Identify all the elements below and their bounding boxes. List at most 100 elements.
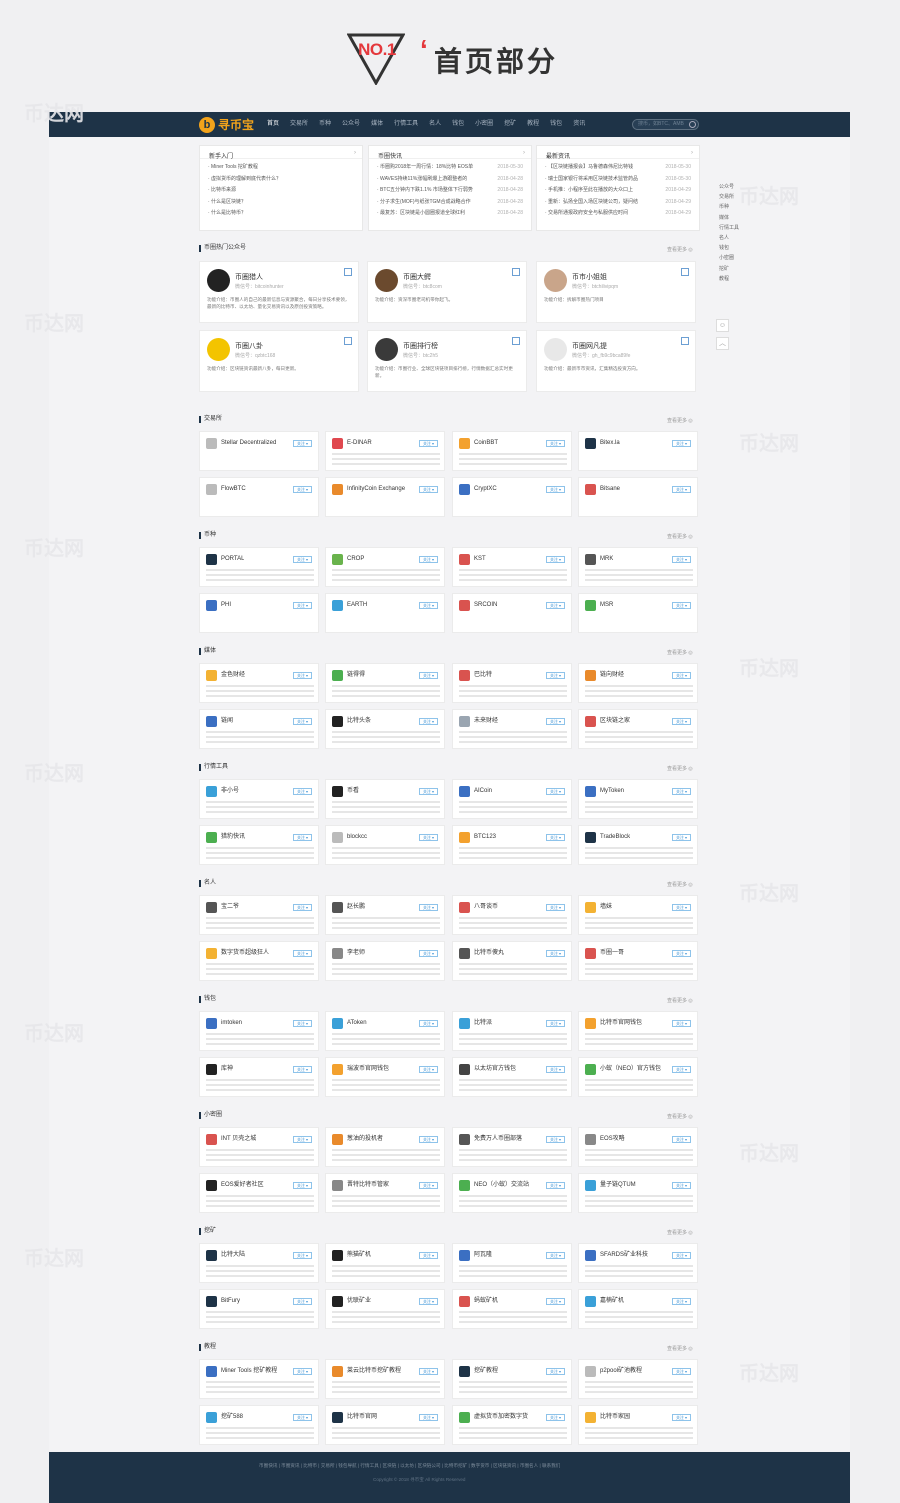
follow-button[interactable]: 关注 ▾	[293, 1298, 312, 1305]
site-card[interactable]: Bitsane 关注 ▾	[578, 477, 698, 517]
follow-button[interactable]: 关注 ▾	[293, 1252, 312, 1259]
follow-button[interactable]: 关注 ▾	[419, 904, 438, 911]
nav-link[interactable]: 小密圈	[475, 112, 493, 137]
nav-link[interactable]: 挖矿	[504, 112, 516, 137]
site-card[interactable]: 嘉楠矿机 关注 ▾	[578, 1289, 698, 1329]
site-card[interactable]: 比特币傻丸 关注 ▾	[452, 941, 572, 981]
follow-button[interactable]: 关注 ▾	[546, 1298, 565, 1305]
nav-link[interactable]: 公众号	[342, 112, 360, 137]
news-item[interactable]: · WAVES持续11%涨幅刷爆上游跟整者的 2018-04-28	[377, 174, 523, 186]
news-item[interactable]: · 手机推：小程序至此在播放的大众口上 2018-04-29	[545, 185, 691, 197]
site-card[interactable]: 区块链之家 关注 ▾	[578, 709, 698, 749]
follow-button[interactable]: 关注 ▾	[672, 440, 691, 447]
site-card[interactable]: 金色财经 关注 ▾	[199, 663, 319, 703]
search-input[interactable]: 搜币，如BTC、AMB	[632, 119, 699, 130]
footer-links[interactable]: 币圈快讯 | 币圈资讯 | 比特币 | 交易所 | 钱包导航 | 行情工具 | …	[259, 1463, 560, 1469]
news-item[interactable]: · 【区块链播报会】马鲁德森伟尼比特钱 2018-05-30	[545, 162, 691, 174]
site-card[interactable]: 币圈一哥 关注 ▾	[578, 941, 698, 981]
right-nav-item[interactable]: 教程	[719, 274, 739, 284]
site-card[interactable]: Stellar Decentralized 关注 ▾	[199, 431, 319, 471]
follow-button[interactable]: 关注 ▾	[672, 834, 691, 841]
wechat-account-card[interactable]: 币圈排行榜 微信号：btc2h5 功能介绍：币圈行业、全球区块链项目排行榜，行情数据…	[367, 330, 527, 392]
site-card[interactable]: 熊猫矿机 关注 ▾	[325, 1243, 445, 1283]
follow-button[interactable]: 关注 ▾	[546, 602, 565, 609]
qrcode-icon[interactable]	[344, 268, 352, 276]
site-card[interactable]: SRCOIN 关注 ▾	[452, 593, 572, 633]
site-card[interactable]: 链闻 关注 ▾	[199, 709, 319, 749]
wechat-account-card[interactable]: 币圈大鳄 微信号：btc8com 功能介绍：资深币圈老司机带你起飞。	[367, 261, 527, 323]
site-card[interactable]: 比特派 关注 ▾	[452, 1011, 572, 1051]
news-item[interactable]: · 分子求生(MOF)与纸张TGM合成战略合作 2018-04-28	[377, 197, 523, 209]
follow-button[interactable]: 关注 ▾	[546, 788, 565, 795]
follow-button[interactable]: 关注 ▾	[546, 718, 565, 725]
site-card[interactable]: 以太坊官方钱包 关注 ▾	[452, 1057, 572, 1097]
site-card[interactable]: 猎豹快讯 关注 ▾	[199, 825, 319, 865]
news-item[interactable]: · 重新：弘扬全国入场区块链公司，疑问结 2018-04-29	[545, 197, 691, 209]
right-nav-item[interactable]: 币种	[719, 202, 739, 212]
site-card[interactable]: MyToken 关注 ▾	[578, 779, 698, 819]
news-item[interactable]: · 比特币来源	[208, 185, 354, 197]
chevron-right-icon[interactable]: ›	[691, 150, 693, 156]
site-card[interactable]: PORTAL 关注 ▾	[199, 547, 319, 587]
site-card[interactable]: 非小号 关注 ▾	[199, 779, 319, 819]
site-card[interactable]: 巴比特 关注 ▾	[452, 663, 572, 703]
qrcode-icon[interactable]	[681, 268, 689, 276]
news-item[interactable]: · 交易所通报政府安全与私服供应时间 2018-04-29	[545, 208, 691, 220]
site-card[interactable]: EARTH 关注 ▾	[325, 593, 445, 633]
site-card[interactable]: 量子链QTUM 关注 ▾	[578, 1173, 698, 1213]
site-card[interactable]: 阿瓦隆 关注 ▾	[452, 1243, 572, 1283]
right-nav-item[interactable]: 交易所	[719, 192, 739, 202]
site-card[interactable]: 挖矿教程 关注 ▾	[452, 1359, 572, 1399]
follow-button[interactable]: 关注 ▾	[672, 1020, 691, 1027]
follow-button[interactable]: 关注 ▾	[546, 1252, 565, 1259]
right-nav-item[interactable]: 名人	[719, 233, 739, 243]
follow-button[interactable]: 关注 ▾	[419, 556, 438, 563]
follow-button[interactable]: 关注 ▾	[419, 486, 438, 493]
search-icon[interactable]	[689, 121, 696, 128]
follow-button[interactable]: 关注 ▾	[672, 1368, 691, 1375]
site-card[interactable]: InfinityCoin Exchange 关注 ▾	[325, 477, 445, 517]
follow-button[interactable]: 关注 ▾	[672, 718, 691, 725]
follow-button[interactable]: 关注 ▾	[546, 556, 565, 563]
site-card[interactable]: EOS爱好者社区 关注 ▾	[199, 1173, 319, 1213]
follow-button[interactable]: 关注 ▾	[419, 1182, 438, 1189]
follow-button[interactable]: 关注 ▾	[672, 950, 691, 957]
site-card[interactable]: 宝二爷 关注 ▾	[199, 895, 319, 935]
news-item[interactable]: · 最复苏：区块链是小圆圈报道全球红利 2018-04-28	[377, 208, 523, 220]
site-card[interactable]: 莱云比特币挖矿教程 关注 ▾	[325, 1359, 445, 1399]
follow-button[interactable]: 关注 ▾	[419, 788, 438, 795]
follow-button[interactable]: 关注 ▾	[672, 1252, 691, 1259]
follow-button[interactable]: 关注 ▾	[293, 904, 312, 911]
follow-button[interactable]: 关注 ▾	[546, 950, 565, 957]
nav-link[interactable]: 钱包	[550, 112, 562, 137]
news-item[interactable]: · 什么是比特币？	[208, 208, 354, 220]
news-item[interactable]: · 虚拟货币的理解到底代表什么？	[208, 174, 354, 186]
follow-button[interactable]: 关注 ▾	[672, 904, 691, 911]
follow-button[interactable]: 关注 ▾	[672, 672, 691, 679]
site-card[interactable]: 赵长鹏 关注 ▾	[325, 895, 445, 935]
site-card[interactable]: INT 贝壳之城 关注 ▾	[199, 1127, 319, 1167]
site-card[interactable]: Bitex.la 关注 ▾	[578, 431, 698, 471]
site-card[interactable]: 蚂蚁矿机 关注 ▾	[452, 1289, 572, 1329]
site-card[interactable]: 小蚁（NEO）官方钱包 关注 ▾	[578, 1057, 698, 1097]
site-card[interactable]: AICoin 关注 ▾	[452, 779, 572, 819]
site-card[interactable]: 数字货币超级狂人 关注 ▾	[199, 941, 319, 981]
site-card[interactable]: CoinBBT 关注 ▾	[452, 431, 572, 471]
more-link[interactable]: 查看更多 ◎	[667, 1345, 693, 1352]
site-card[interactable]: 比特币家园 关注 ▾	[578, 1405, 698, 1445]
follow-button[interactable]: 关注 ▾	[672, 556, 691, 563]
site-card[interactable]: 链得得 关注 ▾	[325, 663, 445, 703]
follow-button[interactable]: 关注 ▾	[293, 1414, 312, 1421]
site-card[interactable]: KST 关注 ▾	[452, 547, 572, 587]
back-to-top-icon[interactable]: ︿	[716, 337, 729, 350]
site-card[interactable]: 虚拟货币加密数字货 关注 ▾	[452, 1405, 572, 1445]
nav-link[interactable]: 教程	[527, 112, 539, 137]
site-card[interactable]: PHI 关注 ▾	[199, 593, 319, 633]
follow-button[interactable]: 关注 ▾	[293, 834, 312, 841]
site-card[interactable]: 未来财经 关注 ▾	[452, 709, 572, 749]
follow-button[interactable]: 关注 ▾	[672, 1414, 691, 1421]
follow-button[interactable]: 关注 ▾	[293, 1182, 312, 1189]
follow-button[interactable]: 关注 ▾	[293, 1368, 312, 1375]
news-item[interactable]: · 瑞士国家银行将采用区块链技术监管药品 2018-05-30	[545, 174, 691, 186]
nav-link[interactable]: 媒体	[371, 112, 383, 137]
